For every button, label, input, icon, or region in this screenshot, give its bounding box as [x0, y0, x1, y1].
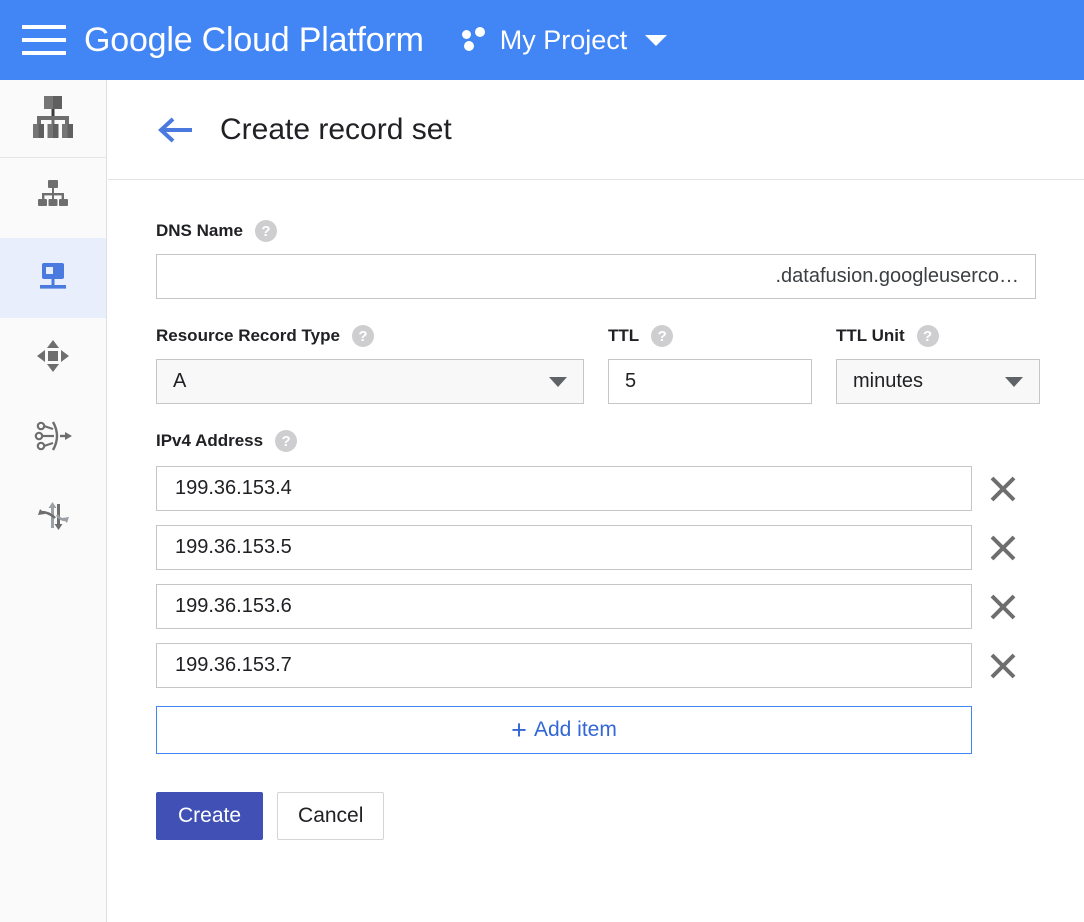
ttl-unit-value: minutes — [837, 370, 923, 393]
dns-name-label-row: DNS Name ? — [156, 220, 1084, 242]
ipv4-value: 199.36.153.5 — [157, 536, 292, 559]
record-type-select[interactable]: A — [156, 359, 584, 404]
remove-ipv4-button[interactable] — [972, 472, 1034, 506]
remove-ipv4-button[interactable] — [972, 590, 1034, 624]
record-type-label-row: Resource Record Type ? — [156, 325, 608, 347]
top-app-bar: Google Cloud Platform My Project — [0, 0, 1084, 80]
sidebar-item-load-balancer[interactable] — [0, 398, 106, 478]
close-x-icon — [986, 649, 1020, 683]
triangle-down-icon — [549, 377, 567, 387]
create-button[interactable]: Create — [156, 792, 263, 840]
help-circle-icon[interactable]: ? — [352, 325, 374, 347]
ipv4-label: IPv4 Address — [156, 431, 263, 451]
add-item-label: Add item — [534, 718, 617, 742]
ttl-unit-label: TTL Unit — [836, 326, 905, 346]
ipv4-row: 199.36.153.7 — [156, 643, 1084, 688]
plus-icon: + — [511, 717, 527, 744]
help-circle-icon[interactable]: ? — [651, 325, 673, 347]
ttl-unit-select[interactable]: minutes — [836, 359, 1040, 404]
remove-ipv4-button[interactable] — [972, 531, 1034, 565]
back-arrow-icon[interactable] — [156, 115, 194, 145]
content-area: Create record set DNS Name ? .datafusion… — [108, 80, 1084, 922]
sidebar-item-traffic-split[interactable] — [0, 478, 106, 558]
page-title: Create record set — [220, 113, 452, 147]
project-selector[interactable]: My Project — [462, 25, 668, 56]
hamburger-menu-icon[interactable] — [22, 25, 66, 55]
ipv4-input[interactable]: 199.36.153.4 — [156, 466, 972, 511]
project-name-label: My Project — [500, 25, 628, 56]
record-options-row: Resource Record Type ? A TTL ? 5 — [156, 325, 1084, 404]
ipv4-value: 199.36.153.6 — [157, 595, 292, 618]
close-x-icon — [986, 590, 1020, 624]
help-circle-icon[interactable]: ? — [255, 220, 277, 242]
page-header: Create record set — [108, 80, 1084, 180]
network-topology-icon — [34, 177, 72, 220]
brand-title: Google Cloud Platform — [84, 21, 424, 60]
left-icon-rail — [0, 80, 107, 922]
remove-ipv4-button[interactable] — [972, 649, 1034, 683]
record-type-label: Resource Record Type — [156, 326, 340, 346]
ttl-label: TTL — [608, 326, 639, 346]
add-item-button[interactable]: + Add item — [156, 706, 972, 754]
ipv4-input[interactable]: 199.36.153.5 — [156, 525, 972, 570]
close-x-icon — [986, 531, 1020, 565]
ipv4-row: 199.36.153.4 — [156, 466, 1084, 511]
help-circle-icon[interactable]: ? — [275, 430, 297, 452]
dns-name-label: DNS Name — [156, 221, 243, 241]
close-x-icon — [986, 472, 1020, 506]
dns-name-input[interactable]: .datafusion.googleusercо… — [156, 254, 1036, 299]
vm-instance-icon — [33, 256, 73, 301]
sidebar-item-move-resize[interactable] — [0, 318, 106, 398]
ttl-group: TTL ? 5 — [608, 325, 836, 404]
ipv4-value: 199.36.153.7 — [157, 654, 292, 677]
chevron-down-icon[interactable] — [645, 35, 667, 46]
hierarchy-icon — [27, 90, 79, 147]
record-type-value: A — [157, 370, 186, 393]
ipv4-input[interactable]: 199.36.153.7 — [156, 643, 972, 688]
help-circle-icon[interactable]: ? — [917, 325, 939, 347]
ttl-value: 5 — [609, 370, 636, 393]
ipv4-row: 199.36.153.5 — [156, 525, 1084, 570]
ipv4-label-row: IPv4 Address ? — [156, 430, 1084, 452]
ttl-label-row: TTL ? — [608, 325, 836, 347]
load-balancer-icon — [32, 415, 74, 462]
ipv4-input[interactable]: 199.36.153.6 — [156, 584, 972, 629]
sidebar-item-vm-instance[interactable] — [0, 238, 106, 318]
sidebar-item-network-topology[interactable] — [0, 158, 106, 238]
dns-name-suffix: .datafusion.googleusercо… — [776, 265, 1036, 288]
ipv4-list: 199.36.153.4 199.36.153.5 — [156, 466, 1084, 688]
create-record-set-form: DNS Name ? .datafusion.googleusercо… Res… — [108, 220, 1084, 840]
cancel-button[interactable]: Cancel — [277, 792, 384, 840]
move-resize-icon — [33, 336, 73, 381]
ttl-unit-label-row: TTL Unit ? — [836, 325, 1040, 347]
project-dots-icon — [462, 27, 488, 53]
record-type-group: Resource Record Type ? A — [156, 325, 608, 404]
form-actions: Create Cancel — [156, 792, 1084, 840]
ipv4-value: 199.36.153.4 — [157, 477, 292, 500]
ttl-input[interactable]: 5 — [608, 359, 812, 404]
traffic-split-icon — [33, 496, 73, 541]
triangle-down-icon — [1005, 377, 1023, 387]
ipv4-row: 199.36.153.6 — [156, 584, 1084, 629]
rail-logo[interactable] — [0, 80, 106, 158]
ttl-unit-group: TTL Unit ? minutes — [836, 325, 1040, 404]
